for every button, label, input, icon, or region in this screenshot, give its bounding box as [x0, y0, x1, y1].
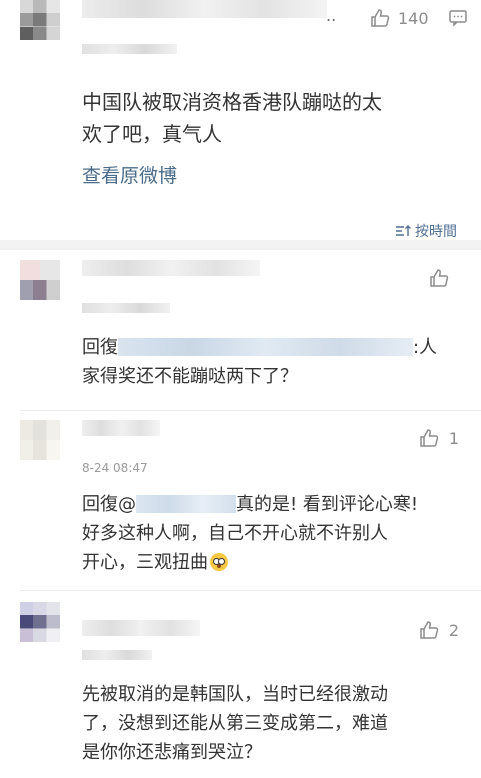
post-like-button[interactable]: 140 [370, 8, 429, 28]
comment-divider [20, 590, 481, 591]
reply-prefix: 回復 [82, 337, 118, 358]
post-text-line: 中国队被取消资格香港队蹦哒的太 [82, 90, 382, 114]
comment-like-button[interactable] [429, 268, 459, 288]
sort-button[interactable]: 按時間 [395, 221, 457, 241]
thumbs-up-icon [419, 620, 439, 640]
comment-like-count: 2 [448, 620, 459, 640]
thumbs-up-icon [370, 8, 390, 28]
post-text: 中国队被取消资格香港队蹦哒的太 欢了吧，真气人 [82, 86, 462, 150]
comment-item: 回復 :人 家得奖还不能蹦哒两下了？ [0, 258, 481, 387]
reply-prefix: 回復@ [82, 494, 136, 515]
comment-text-line: 家得奖还不能蹦哒两下了？ [82, 366, 298, 387]
comment-text: 先被取消的是韩国队，当时已经很激动 了，没想到还能从第三变成第二，难道 是你你还… [82, 680, 457, 767]
comment-text: 回復 :人 家得奖还不能蹦哒两下了？ [82, 333, 457, 391]
comment-text-line: 是你你还悲痛到哭泣？ [82, 742, 262, 763]
flushed-face-icon [210, 553, 228, 571]
commenter-avatar[interactable] [20, 260, 60, 300]
comment-text-line: 先被取消的是韩国队，当时已经很激动 [82, 684, 388, 705]
comment-text-line: 开心，三观扭曲 [82, 552, 208, 573]
post-author-name[interactable] [82, 0, 327, 18]
comment-like-count: 1 [448, 428, 459, 448]
view-original-link[interactable]: 查看原微博 [82, 161, 177, 188]
commenter-avatar[interactable] [20, 602, 60, 642]
post-avatar[interactable] [20, 0, 60, 40]
thumbs-up-icon [419, 428, 439, 448]
comment-text: 回復@ 真的是! 看到评论心寒! 好多这种人啊，自己不开心就不许别人 开心，三观扭… [82, 490, 457, 577]
commenter-name[interactable] [82, 260, 260, 276]
comment-divider [20, 410, 481, 411]
comment-text-segment: :人 [413, 337, 438, 358]
sort-icon [395, 224, 411, 238]
comment-date [82, 303, 170, 313]
commenter-name[interactable] [82, 420, 160, 436]
comment-text-line: 好多这种人啊，自己不开心就不许别人 [82, 523, 388, 544]
sort-label: 按時間 [415, 224, 457, 240]
post-ellipsis: .. [326, 6, 337, 25]
comment-date [82, 650, 152, 660]
post-date [82, 44, 177, 54]
post-like-count: 140 [398, 8, 429, 28]
commenter-name[interactable] [82, 620, 200, 636]
comment-item: 8-24 08:47 1 回復@ 真的是! 看到评论心寒! 好多这种人啊，自己不开… [0, 418, 481, 588]
reply-mention[interactable] [136, 495, 236, 513]
comment-text-line: 了，没想到还能从第三变成第二，难道 [82, 713, 388, 734]
reply-mention[interactable] [118, 338, 413, 356]
commenter-avatar[interactable] [20, 420, 60, 460]
comment-like-button[interactable]: 2 [419, 620, 459, 640]
comment-like-button[interactable]: 1 [419, 428, 459, 448]
comment-icon[interactable] [448, 8, 468, 28]
comment-item: 2 先被取消的是韩国队，当时已经很激动 了，没想到还能从第三变成第二，难道 是你… [0, 600, 481, 778]
thumbs-up-icon [429, 268, 449, 288]
section-divider [0, 240, 481, 250]
post-text-line: 欢了吧，真气人 [82, 122, 222, 146]
comment-date: 8-24 08:47 [82, 461, 148, 475]
comment-text-segment: 真的是! 看到评论心寒! [236, 494, 419, 515]
